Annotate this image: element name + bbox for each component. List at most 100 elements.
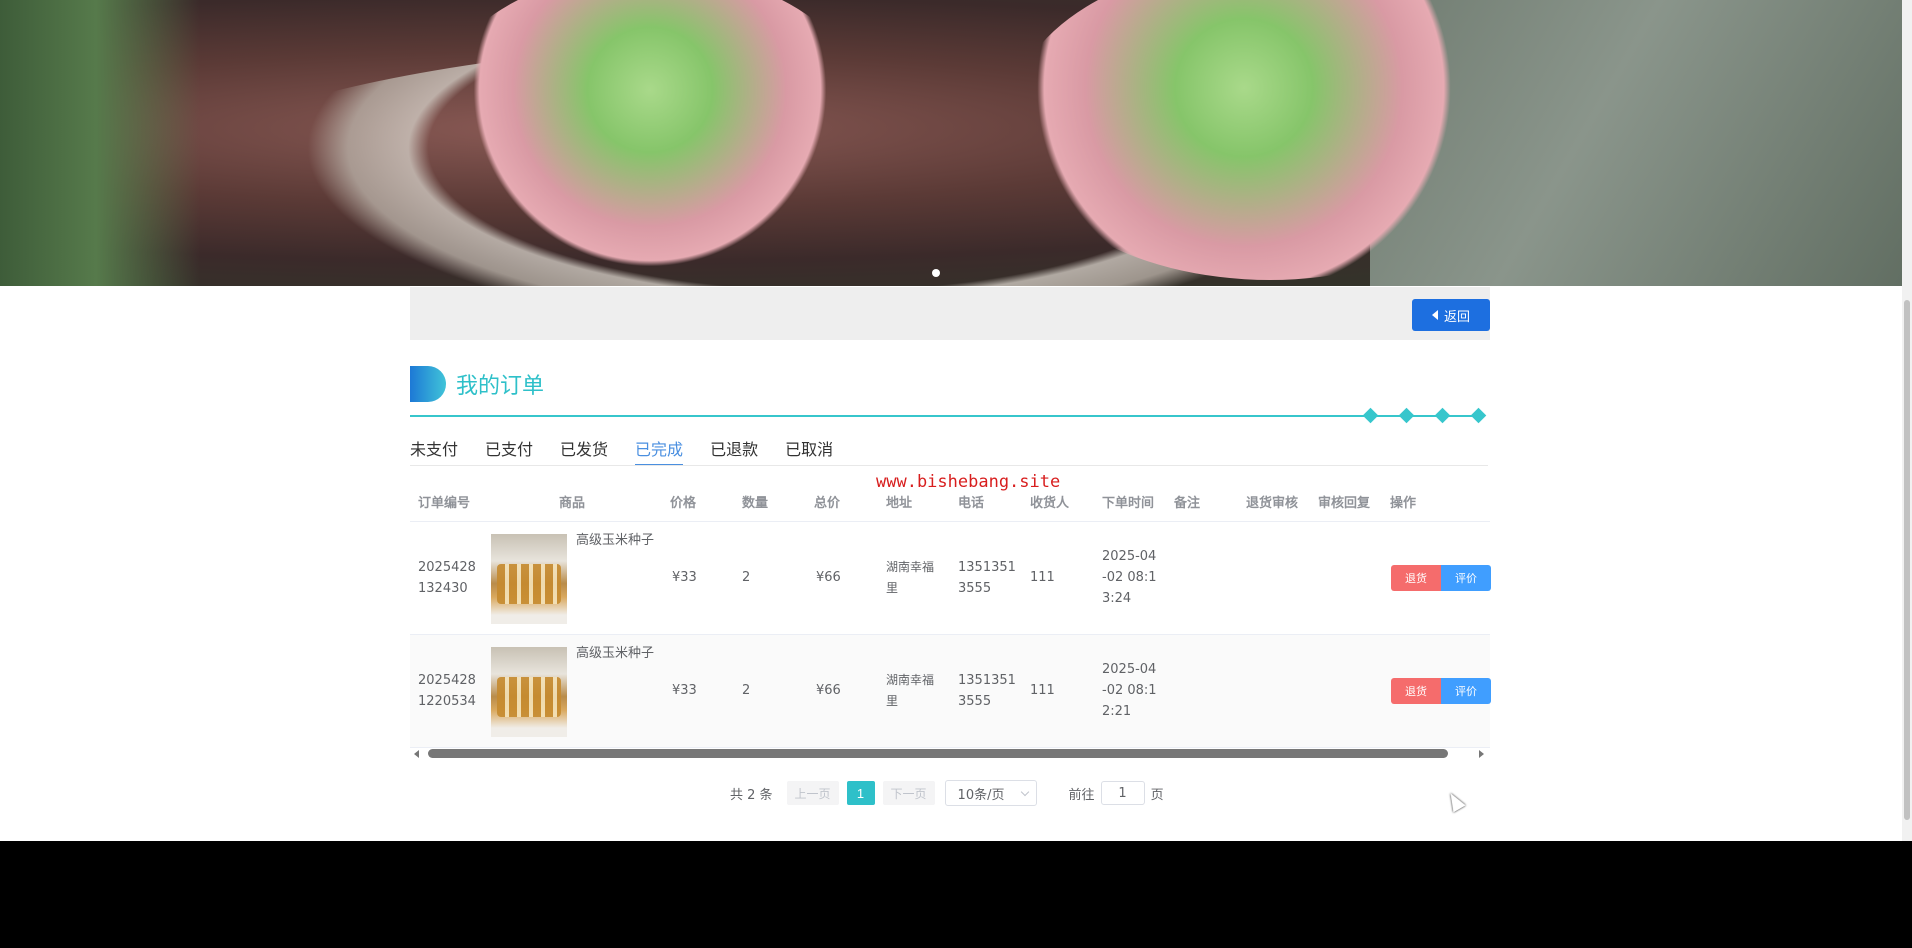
address-line: 湖南幸福 bbox=[886, 673, 935, 687]
back-button-label: 返回 bbox=[1443, 308, 1470, 324]
back-button[interactable]: 返回 bbox=[1412, 299, 1490, 331]
column-header-order-time: 下单时间 bbox=[1102, 496, 1155, 511]
tab-unpaid[interactable]: 未支付 bbox=[410, 436, 458, 466]
title-decoration-icon bbox=[410, 366, 446, 402]
column-header-address: 地址 bbox=[886, 496, 913, 511]
order-no-cell: 2025428 132430 bbox=[418, 557, 476, 599]
order-no-line: 2025428 bbox=[418, 673, 476, 688]
column-header-receiver: 收货人 bbox=[1030, 496, 1070, 511]
qty-cell: 2 bbox=[742, 683, 751, 698]
diamond-decoration-icon bbox=[1434, 407, 1451, 424]
page-size-select[interactable]: 10条/页 bbox=[944, 780, 1037, 806]
chevron-down-icon bbox=[1020, 787, 1029, 796]
order-time-line: -02 08:1 bbox=[1102, 683, 1157, 698]
phone-line: 1351351 bbox=[958, 560, 1016, 575]
carousel-indicator-dot[interactable] bbox=[932, 269, 940, 277]
section-title: 我的订单 bbox=[410, 366, 544, 402]
tab-cancelled[interactable]: 已取消 bbox=[785, 436, 833, 466]
title-divider bbox=[410, 415, 1482, 417]
total-cell: ¥66 bbox=[816, 683, 841, 698]
tab-refunded[interactable]: 已退款 bbox=[710, 436, 758, 466]
table-horizontal-scrollbar[interactable] bbox=[410, 748, 1488, 760]
review-button[interactable]: 评价 bbox=[1441, 678, 1491, 704]
order-no-line: 2025428 bbox=[418, 560, 476, 575]
column-header-product: 商品 bbox=[559, 496, 586, 511]
watermark-text: www.bishebang.site bbox=[876, 472, 1061, 492]
breadcrumb-bar: 返回 bbox=[410, 287, 1490, 340]
phone-cell: 1351351 3555 bbox=[958, 557, 1016, 599]
receiver-cell: 111 bbox=[1030, 570, 1055, 585]
product-thumbnail[interactable] bbox=[491, 534, 567, 624]
tab-shipped[interactable]: 已发货 bbox=[560, 436, 608, 466]
orders-table: 订单编号 商品 价格 数量 总价 地址 电话 收货人 下单时间 备注 退货审核 … bbox=[410, 480, 1491, 748]
goto-label: 前往 bbox=[1068, 787, 1095, 803]
address-line: 里 bbox=[886, 581, 899, 595]
pagination-total: 共 2 条 bbox=[730, 787, 773, 803]
return-button[interactable]: 退货 bbox=[1391, 565, 1441, 591]
page: 返回 我的订单 未支付 已支付 已发货 已完成 已退款 已取消 订单编号 商品 … bbox=[0, 0, 1912, 948]
tabs-divider bbox=[410, 465, 1488, 466]
column-header-remark: 备注 bbox=[1174, 496, 1201, 511]
product-name: 高级玉米种子 bbox=[576, 646, 655, 661]
page-vertical-scrollbar[interactable] bbox=[1902, 0, 1912, 841]
order-time-cell: 2025-04 -02 08:1 2:21 bbox=[1102, 659, 1157, 722]
order-no-line: 1220534 bbox=[418, 694, 476, 709]
page-suffix-label: 页 bbox=[1150, 787, 1164, 803]
prev-page-button[interactable]: 上一页 bbox=[786, 781, 839, 805]
product-name: 高级玉米种子 bbox=[576, 533, 655, 548]
content-area: 返回 我的订单 未支付 已支付 已发货 已完成 已退款 已取消 订单编号 商品 … bbox=[0, 0, 1902, 841]
order-time-line: -02 08:1 bbox=[1102, 570, 1157, 585]
price-cell: ¥33 bbox=[672, 570, 697, 585]
page-title: 我的订单 bbox=[456, 374, 545, 399]
address-cell: 湖南幸福 里 bbox=[886, 670, 934, 712]
address-cell: 湖南幸福 里 bbox=[886, 557, 934, 599]
pagination: 共 2 条 上一页 1 下一页 10条/页 前往 页 bbox=[730, 780, 1164, 806]
qty-cell: 2 bbox=[742, 570, 751, 585]
phone-line: 1351351 bbox=[958, 673, 1016, 688]
tab-completed[interactable]: 已完成 bbox=[635, 436, 684, 466]
caret-left-icon bbox=[1431, 310, 1438, 320]
tab-paid[interactable]: 已支付 bbox=[485, 436, 533, 466]
page-number-button[interactable]: 1 bbox=[846, 781, 875, 805]
column-header-actions: 操作 bbox=[1390, 496, 1417, 511]
product-image-content bbox=[497, 564, 561, 604]
order-time-line: 2025-04 bbox=[1102, 662, 1157, 677]
column-header-return-review: 退货审核 bbox=[1246, 496, 1299, 511]
price-cell: ¥33 bbox=[672, 683, 697, 698]
scrollbar-thumb[interactable] bbox=[1904, 300, 1910, 820]
total-cell: ¥66 bbox=[816, 570, 841, 585]
order-no-cell: 2025428 1220534 bbox=[418, 670, 476, 712]
column-header-phone: 电话 bbox=[958, 496, 985, 511]
order-time-line: 3:24 bbox=[1102, 591, 1132, 606]
diamond-decoration-icon bbox=[1470, 407, 1487, 424]
table-row: 2025428 132430 高级玉米种子 ¥33 2 ¥66 湖南幸福 里 1… bbox=[410, 522, 1491, 635]
order-time-line: 2:21 bbox=[1102, 704, 1132, 719]
next-page-button[interactable]: 下一页 bbox=[882, 781, 935, 805]
address-line: 湖南幸福 bbox=[886, 560, 935, 574]
phone-line: 3555 bbox=[958, 694, 992, 709]
scrollbar-thumb[interactable] bbox=[428, 749, 1448, 758]
scroll-left-arrow-icon[interactable] bbox=[414, 750, 419, 758]
goto-page-input[interactable] bbox=[1100, 781, 1145, 805]
order-status-tabs: 未支付 已支付 已发货 已完成 已退款 已取消 bbox=[410, 436, 860, 466]
order-no-line: 132430 bbox=[418, 581, 468, 596]
mouse-cursor-icon bbox=[1444, 789, 1466, 813]
review-button[interactable]: 评价 bbox=[1441, 565, 1491, 591]
order-time-line: 2025-04 bbox=[1102, 549, 1157, 564]
address-line: 里 bbox=[886, 694, 899, 708]
receiver-cell: 111 bbox=[1030, 683, 1055, 698]
scroll-right-arrow-icon[interactable] bbox=[1479, 750, 1484, 758]
product-thumbnail[interactable] bbox=[491, 647, 567, 737]
table-row: 2025428 1220534 高级玉米种子 ¥33 2 ¥66 湖南幸福 里 … bbox=[410, 635, 1491, 748]
column-header-review-reply: 审核回复 bbox=[1318, 496, 1371, 511]
return-button[interactable]: 退货 bbox=[1391, 678, 1441, 704]
banner-carousel[interactable] bbox=[0, 0, 1902, 286]
phone-line: 3555 bbox=[958, 581, 992, 596]
phone-cell: 1351351 3555 bbox=[958, 670, 1016, 712]
diamond-decoration-icon bbox=[1362, 407, 1379, 424]
column-header-price: 价格 bbox=[670, 496, 697, 511]
column-header-order-no: 订单编号 bbox=[418, 496, 471, 511]
diamond-decoration-icon bbox=[1398, 407, 1415, 424]
column-header-total: 总价 bbox=[814, 496, 841, 511]
column-header-qty: 数量 bbox=[742, 496, 769, 511]
